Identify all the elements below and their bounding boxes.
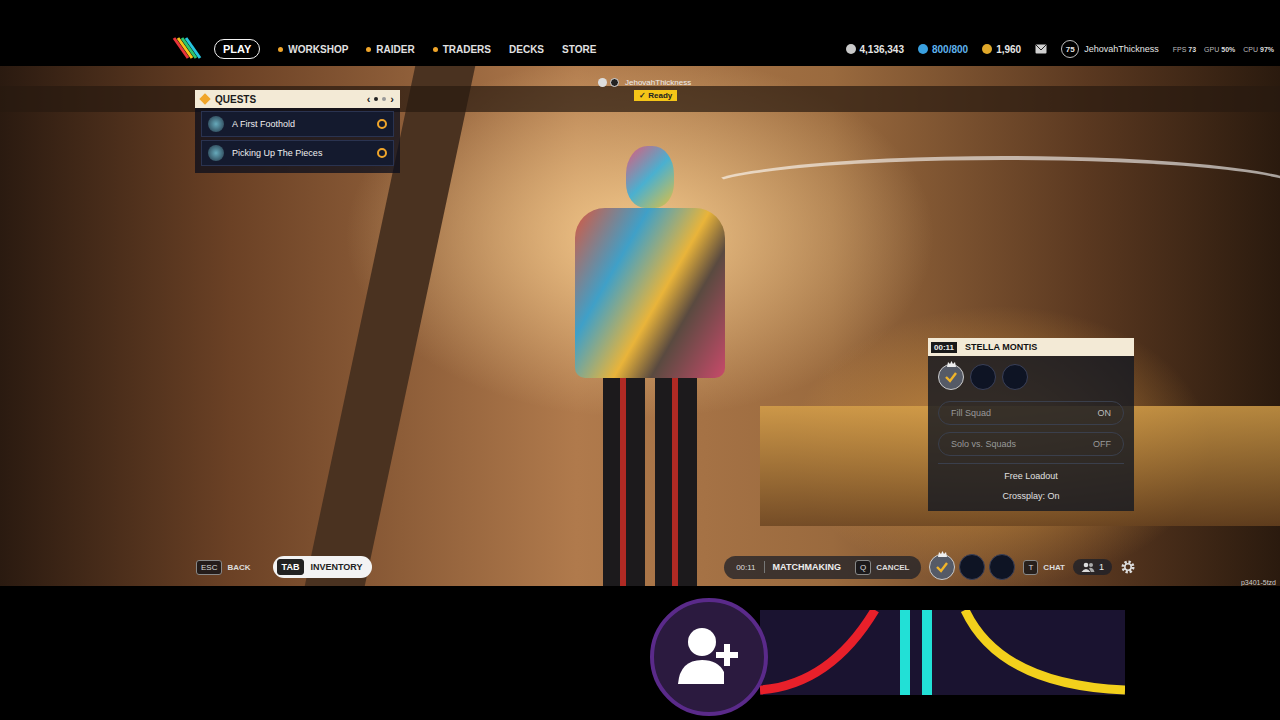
alert-dot-icon	[366, 47, 371, 52]
nav-item[interactable]: DECKS	[509, 41, 544, 58]
game-lobby: PLAY WORKSHOP RAIDER TRADERS DECKS STORE…	[0, 0, 1280, 720]
people-icon	[1081, 562, 1095, 572]
matchmaking-option[interactable]: Solo vs. SquadsOFF	[938, 432, 1124, 456]
nav-item[interactable]: RAIDER	[366, 41, 414, 58]
game-logo-icon	[172, 36, 206, 60]
info-line: Crossplay: On	[1002, 491, 1059, 501]
platform-icon	[598, 78, 607, 87]
matchmaking-timer: 00:11	[931, 342, 957, 353]
quest-marker-icon	[377, 119, 387, 129]
perf-stat: FPS 73	[1173, 46, 1196, 53]
alert-dot-icon	[278, 47, 283, 52]
quests-header: QUESTS ‹ ›	[195, 90, 400, 108]
back-button[interactable]: ESCBACK	[196, 560, 251, 575]
quest-pager: ‹ ›	[367, 94, 394, 105]
build-id: p3401-5tzd	[1241, 579, 1276, 586]
stream-overlay	[0, 586, 1280, 720]
raider-character[interactable]	[560, 146, 740, 586]
squad-slot	[1002, 364, 1028, 390]
status-group: 4,136,343 800/800 1,960 75 JehovahThickn…	[846, 32, 1275, 66]
nav-item[interactable]: WORKSHOP	[278, 41, 348, 58]
account-badge[interactable]: 75 JehovahThickness	[1061, 40, 1159, 58]
add-friend-icon	[650, 598, 768, 716]
check-icon	[934, 559, 950, 575]
quest-marker-icon	[377, 148, 387, 158]
matchmaking-option[interactable]: Fill SquadON	[938, 401, 1124, 425]
nav-item[interactable]: PLAY	[214, 39, 260, 59]
inventory-button[interactable]: TABINVENTORY	[273, 556, 373, 578]
nav-item[interactable]: STORE	[562, 41, 596, 58]
currency: 4,136,343	[846, 44, 905, 55]
crown-icon	[947, 361, 956, 367]
quest-icon	[208, 116, 224, 132]
level-badge: 75	[1061, 40, 1079, 58]
gear-icon[interactable]	[1120, 559, 1136, 575]
next-page-button[interactable]: ›	[390, 94, 394, 105]
check-icon	[943, 369, 959, 385]
chat-button[interactable]: TCHAT	[1023, 560, 1065, 575]
game-scene: QUESTS ‹ › A First Foothold Picking Up T…	[0, 66, 1280, 586]
coins-icon	[846, 44, 856, 54]
cancel-button[interactable]: QCANCEL	[855, 560, 910, 575]
matchmaking-panel: 00:11 STELLA MONTIS Fill SquadONSolo vs.…	[928, 338, 1134, 511]
squad-slot	[989, 554, 1015, 580]
quest-diamond-icon	[199, 93, 210, 104]
page-dot[interactable]	[374, 97, 378, 101]
currency: 800/800	[918, 44, 968, 55]
squad-slot	[938, 364, 964, 390]
quests-panel: QUESTS ‹ › A First Foothold Picking Up T…	[195, 90, 400, 173]
main-nav: PLAY WORKSHOP RAIDER TRADERS DECKS STORE	[214, 32, 596, 66]
page-dot[interactable]	[382, 97, 386, 101]
credits-icon	[982, 44, 992, 54]
mail-icon[interactable]	[1035, 44, 1047, 54]
top-bar: PLAY WORKSHOP RAIDER TRADERS DECKS STORE…	[0, 0, 1280, 66]
performance-stats: FPS 73 GPU 50% CPU 97%	[1173, 46, 1274, 53]
overlay-banner	[760, 610, 1125, 695]
party-button[interactable]: 1	[1073, 559, 1112, 575]
crown-icon	[938, 551, 947, 557]
matchmaking-status: 00:11 MATCHMAKING QCANCEL	[724, 556, 921, 579]
tokens-icon	[918, 44, 928, 54]
nav-item[interactable]: TRADERS	[433, 41, 491, 58]
perf-stat: CPU 97%	[1243, 46, 1274, 53]
player-tag: JehovahThickness ✓ Ready	[598, 78, 691, 101]
alert-dot-icon	[433, 47, 438, 52]
perf-stat: GPU 50%	[1204, 46, 1235, 53]
info-line: Free Loadout	[1004, 471, 1058, 481]
currency: 1,960	[982, 44, 1021, 55]
add-icon	[610, 78, 619, 87]
quest-icon	[208, 145, 224, 161]
ready-badge: ✓ Ready	[634, 90, 677, 101]
squad-slot	[959, 554, 985, 580]
bottom-bar: ESCBACK TABINVENTORY 00:11 MATCHMAKING Q…	[196, 554, 1136, 580]
quest-item[interactable]: Picking Up The Pieces	[201, 140, 394, 166]
prev-page-button[interactable]: ‹	[367, 94, 371, 105]
quest-item[interactable]: A First Foothold	[201, 111, 394, 137]
squad-slot	[970, 364, 996, 390]
squad-slot	[929, 554, 955, 580]
